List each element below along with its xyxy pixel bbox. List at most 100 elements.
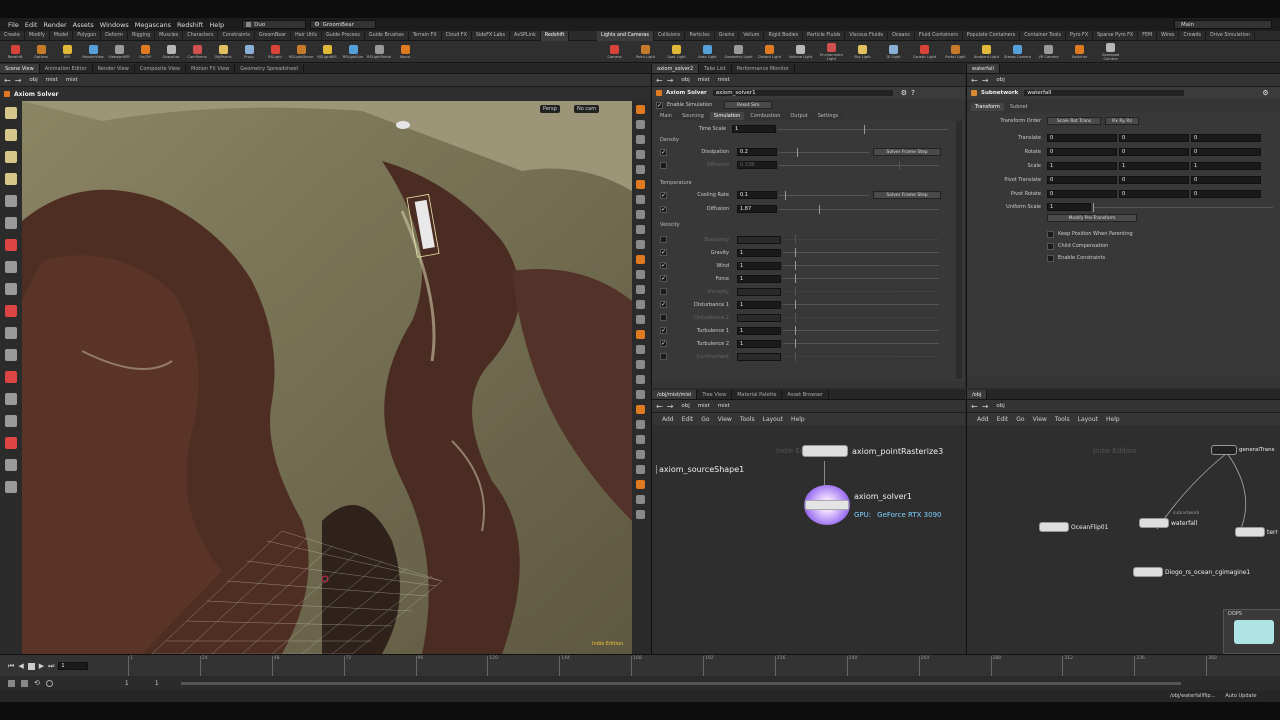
shelf-tab-characters[interactable]: Characters: [183, 30, 219, 41]
netleft-canvas[interactable]: Indie Edition axiom_pointRasterize3 axio…: [652, 425, 965, 654]
shelf-tab-particle-fluids[interactable]: Particle Fluids: [803, 30, 846, 41]
handle-tool-icon[interactable]: [5, 195, 17, 207]
scale-field-1[interactable]: 1: [1119, 162, 1189, 170]
density-diffusion-checkbox[interactable]: [660, 161, 667, 169]
node-terrain[interactable]: terr: [1235, 527, 1278, 537]
display-option-icon[interactable]: [636, 465, 645, 474]
display-option-icon[interactable]: [636, 225, 645, 234]
magnet-tool-icon[interactable]: [5, 283, 17, 295]
turbulence-2-field[interactable]: 1: [737, 339, 781, 348]
display-option-icon[interactable]: [636, 195, 645, 204]
back-arrow-icon[interactable]: ←: [656, 76, 663, 85]
gear-icon[interactable]: ⚙: [901, 89, 907, 97]
select-tool-icon[interactable]: [5, 107, 17, 119]
force-field[interactable]: 1: [737, 274, 781, 283]
shelf-tool-redshift[interactable]: Redshift: [2, 44, 28, 59]
camera-menu[interactable]: No cam: [574, 105, 600, 113]
confinement-checkbox[interactable]: [660, 353, 667, 360]
turbulence-1-slider[interactable]: [783, 326, 939, 335]
wind-slider[interactable]: [783, 261, 939, 270]
shelf-tab-rigid-bodies[interactable]: Rigid Bodies: [764, 30, 804, 41]
shelf-tool-point-light[interactable]: Point Light: [630, 44, 661, 59]
shelf-tool-gamepad-camera[interactable]: Gamepad Camera: [1095, 42, 1126, 61]
shelf-tab-guide-brushes[interactable]: Guide Brushes: [365, 30, 409, 41]
pivot-translate-field-1[interactable]: 0: [1119, 176, 1189, 184]
subtab-simulation[interactable]: Simulation: [709, 112, 745, 120]
enable-sim-checkbox[interactable]: ✓: [656, 101, 663, 109]
shelf-tab-viscous-fluids[interactable]: Viscous Fluids: [845, 30, 889, 41]
jump-end-icon[interactable]: ⏭: [48, 662, 54, 671]
range-end[interactable]: 1: [155, 680, 175, 687]
display-option-icon[interactable]: [636, 285, 645, 294]
buoyancy-field[interactable]: [737, 235, 781, 244]
display-option-icon[interactable]: [636, 480, 645, 489]
shelf-tool-snapshot[interactable]: Snapshot: [158, 44, 184, 59]
force-slider[interactable]: [783, 274, 939, 283]
scale-field-2[interactable]: 1: [1191, 162, 1261, 170]
display-option-icon[interactable]: [636, 420, 645, 429]
shelf-tab-constraints[interactable]: Constraints: [218, 30, 255, 41]
cooling-field[interactable]: 0.1: [737, 191, 777, 199]
tab-take-list[interactable]: Take List: [699, 64, 732, 73]
shelf-tool-rslight[interactable]: RSLight: [262, 44, 288, 59]
path-mist-1[interactable]: mist: [46, 77, 58, 83]
display-option-icon[interactable]: [636, 210, 645, 219]
shelf-tab-container-tools[interactable]: Container Tools: [1020, 30, 1066, 41]
back-arrow-icon[interactable]: ←: [4, 76, 11, 85]
cooling-checkbox[interactable]: ✓: [660, 191, 667, 199]
netright-menu-add[interactable]: Add: [977, 416, 989, 423]
range-slider[interactable]: [180, 681, 1181, 685]
loop-icon[interactable]: ⟲: [34, 679, 40, 687]
shelf-tab-polygon[interactable]: Polygon: [73, 30, 102, 41]
time-scale-slider[interactable]: [778, 124, 948, 134]
forward-arrow-icon[interactable]: →: [667, 402, 674, 411]
forward-arrow-icon[interactable]: →: [982, 402, 989, 411]
shelf-tool-caustic-light[interactable]: Caustic Light: [909, 44, 940, 59]
shelf-tool-gi-light[interactable]: GI Light: [878, 44, 909, 59]
uniform-scale-field[interactable]: 1: [1047, 203, 1091, 211]
shelf-tool-on-off[interactable]: On/Off: [132, 44, 158, 59]
netright-canvas[interactable]: Indie Edition generalTrans OceanFlip01 s…: [967, 425, 1280, 654]
gravity-field[interactable]: 1: [737, 248, 781, 257]
shelf-tab-particles[interactable]: Particles: [685, 30, 715, 41]
grid-tool-icon[interactable]: [5, 459, 17, 471]
current-frame-field[interactable]: 1: [58, 662, 89, 670]
menu-help[interactable]: Help: [209, 21, 224, 29]
tab-motion-fx-view[interactable]: Motion FX View: [186, 64, 236, 73]
temp-diffusion-slider[interactable]: [779, 204, 939, 214]
rotate-order-menu[interactable]: Rx Ry Rz: [1105, 117, 1139, 125]
subtab-sourcing[interactable]: Sourcing: [677, 112, 708, 120]
shelf-tab-fluid-containers[interactable]: Fluid Containers: [915, 30, 963, 41]
shelf-tool-rslightdome[interactable]: RSLightDome: [288, 44, 314, 59]
shelf-tool-sky-light[interactable]: Sky Light: [847, 44, 878, 59]
netright-menu-go[interactable]: Go: [1016, 416, 1024, 423]
shelf-tool-ambient-light[interactable]: Ambient Light: [971, 44, 1002, 59]
netleft-menu-tools[interactable]: Tools: [740, 416, 755, 423]
disturbance-1-checkbox[interactable]: ✓: [660, 301, 667, 308]
shelf-tool-viewportipr[interactable]: ViewportIPR: [106, 44, 132, 59]
rotate-field-0[interactable]: 0: [1047, 148, 1117, 156]
node-waterfall[interactable]: waterfall: [1139, 518, 1197, 528]
shelf-tab-axsplink[interactable]: AxSPLink: [510, 30, 541, 41]
ruler-tool-icon[interactable]: [5, 393, 17, 405]
netright-menu-tools[interactable]: Tools: [1055, 416, 1070, 423]
turbulence-2-slider[interactable]: [783, 339, 939, 348]
turbulence-2-checkbox[interactable]: ✓: [660, 340, 667, 347]
display-option-icon[interactable]: [636, 135, 645, 144]
shelf-tab-collisions[interactable]: Collisions: [654, 30, 686, 41]
reset-sim-button[interactable]: Reset Sim: [724, 101, 773, 109]
stop-icon[interactable]: [27, 662, 35, 670]
workspace-selector[interactable]: ⚙ GroomBear: [310, 20, 377, 29]
netleft-menu-help[interactable]: Help: [791, 416, 805, 423]
disturbance-1-field[interactable]: 1: [737, 300, 781, 309]
path-mist-1[interactable]: mist: [698, 403, 710, 409]
jump-start-icon[interactable]: ⏮: [8, 662, 14, 671]
shelf-tab-muscles[interactable]: Muscles: [155, 30, 184, 41]
tab-asset-browser[interactable]: Asset Browser: [782, 390, 829, 399]
tab-network-path[interactable]: /obj/mist/mist: [652, 390, 698, 399]
scale-field-0[interactable]: 1: [1047, 162, 1117, 170]
path-obj[interactable]: obj: [996, 403, 1004, 409]
pivot-rotate-field-1[interactable]: 0: [1119, 190, 1189, 198]
shelf-tab-vellum[interactable]: Vellum: [739, 30, 765, 41]
dissipation-slider[interactable]: [779, 147, 869, 157]
